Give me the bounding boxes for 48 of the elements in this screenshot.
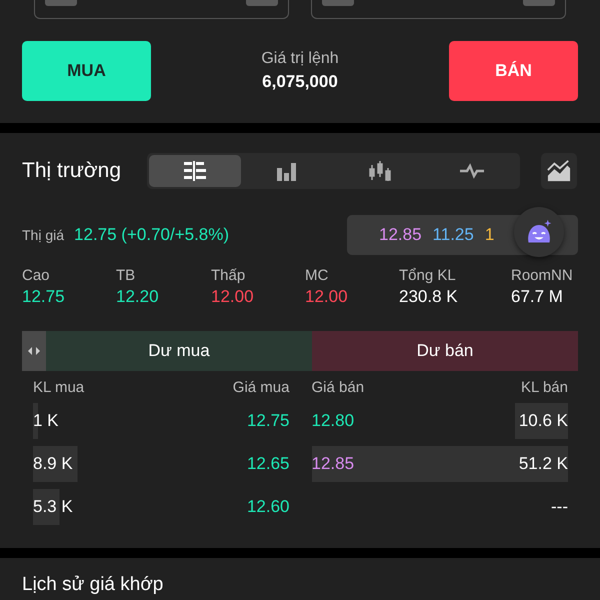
price-label: Thị giá	[22, 227, 64, 243]
table-cell: ---	[551, 497, 568, 517]
table-cell: 8.9 K	[33, 454, 73, 474]
market-price: 12.75 (+0.70/+5.8%)	[74, 225, 230, 245]
expand-toggle[interactable]	[22, 331, 46, 371]
reference-price: 1	[484, 225, 494, 245]
reference-price: 12.85	[379, 225, 422, 245]
table-cell: 51.2 K	[518, 454, 568, 474]
chart-type-tab[interactable]	[149, 155, 242, 187]
stat-label: Tổng KL	[399, 267, 457, 284]
column-header: Giá bán	[312, 379, 364, 396]
bid-header: Dư mua	[46, 331, 312, 371]
section-title: Thị trường	[22, 159, 122, 183]
stat-value: 67.7 M	[511, 287, 564, 307]
table-cell: 12.80	[312, 411, 354, 431]
column-header: Giá mua	[232, 379, 290, 396]
stat-label: TB	[116, 267, 136, 284]
stat-value: 12.75	[22, 287, 66, 307]
column-header: KL mua	[33, 379, 84, 396]
table-cell: 10.6 K	[518, 411, 568, 431]
stat-value: 12.00	[305, 287, 349, 307]
stat-label: Thấp	[211, 267, 246, 284]
reference-price: 11.25	[432, 225, 474, 245]
order-book-icon	[182, 160, 208, 182]
stat-label: MC	[305, 267, 330, 284]
table-cell: 12.85	[312, 454, 354, 474]
table-cell: 12.75	[246, 411, 290, 431]
stat-value: 12.20	[116, 287, 160, 307]
table-cell: 12.60	[246, 497, 290, 517]
buy-button[interactable]: MUA	[22, 41, 151, 101]
stat-value: 230.8 K	[399, 287, 459, 307]
ask-header: Dư bán	[312, 331, 578, 371]
table-cell: 1 K	[33, 411, 59, 431]
order-value: 6,075,000	[262, 72, 338, 92]
stat-label: Cao	[22, 267, 51, 284]
table-cell: 5.3 K	[33, 497, 73, 517]
input-field[interactable]	[34, 0, 289, 19]
stat-value: 12.00	[211, 287, 255, 307]
column-header: KL bán	[521, 379, 568, 396]
input-field[interactable]	[311, 0, 566, 19]
order-value-label: Giá trị lệnh	[261, 50, 339, 68]
sell-button[interactable]: BÁN	[449, 41, 578, 101]
candlestick-icon	[366, 160, 393, 182]
stat-label: RoomNN	[511, 267, 574, 284]
section-title: Lịch sử giá khớp	[22, 574, 164, 596]
table-cell: 12.65	[246, 454, 290, 474]
area-chart-button[interactable]	[541, 153, 577, 189]
left-right-icon	[28, 347, 40, 355]
